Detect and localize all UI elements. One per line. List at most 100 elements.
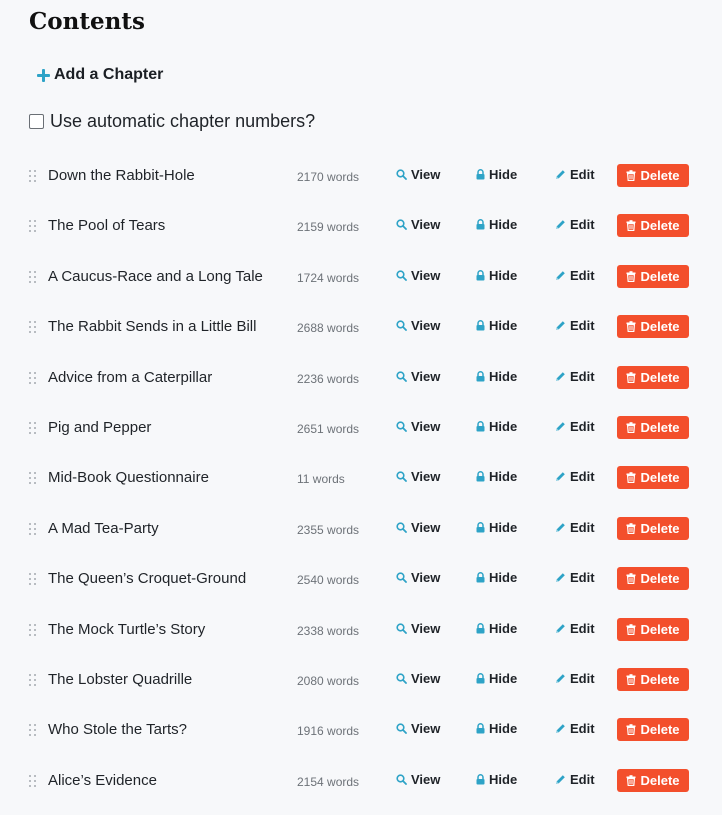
pencil-icon bbox=[555, 270, 570, 281]
view-button[interactable]: View bbox=[396, 217, 440, 232]
search-icon bbox=[396, 622, 411, 634]
edit-button[interactable]: Edit bbox=[555, 621, 595, 636]
view-label: View bbox=[411, 217, 441, 233]
drag-handle-icon[interactable] bbox=[29, 623, 37, 636]
hide-label: Hide bbox=[489, 620, 518, 636]
delete-button[interactable]: Delete bbox=[617, 768, 689, 792]
edit-button[interactable]: Edit bbox=[555, 419, 595, 434]
view-label: View bbox=[411, 620, 441, 636]
edit-label: Edit bbox=[570, 418, 595, 434]
pencil-icon bbox=[555, 421, 570, 432]
hide-button[interactable]: Hide bbox=[476, 520, 517, 535]
hide-button[interactable]: Hide bbox=[476, 419, 517, 434]
word-count: 11 words bbox=[297, 472, 345, 487]
view-button[interactable]: View bbox=[396, 721, 440, 736]
add-chapter-button[interactable]: Add a Chapter bbox=[37, 63, 163, 87]
lock-icon bbox=[476, 370, 489, 382]
edit-button[interactable]: Edit bbox=[555, 318, 595, 333]
delete-button[interactable]: Delete bbox=[617, 365, 689, 389]
view-button[interactable]: View bbox=[396, 369, 440, 384]
delete-button[interactable]: Delete bbox=[617, 164, 689, 187]
chapter-title: The Lobster Quadrille bbox=[48, 670, 193, 688]
edit-button[interactable]: Edit bbox=[555, 520, 595, 535]
hide-button[interactable]: Hide bbox=[476, 772, 517, 787]
hide-button[interactable]: Hide bbox=[476, 721, 517, 736]
pencil-icon bbox=[555, 723, 570, 734]
chapter-row: The Lobster Quadrille 2080 words View Hide E… bbox=[0, 655, 722, 705]
edit-button[interactable]: Edit bbox=[555, 469, 595, 484]
view-button[interactable]: View bbox=[396, 772, 440, 787]
hide-button[interactable]: Hide bbox=[476, 621, 517, 636]
view-label: View bbox=[411, 368, 441, 384]
view-button[interactable]: View bbox=[396, 167, 440, 182]
hide-button[interactable]: Hide bbox=[476, 318, 517, 333]
search-icon bbox=[396, 572, 411, 584]
hide-button[interactable]: Hide bbox=[476, 217, 517, 232]
view-label: View bbox=[411, 670, 441, 686]
delete-button[interactable]: Delete bbox=[617, 415, 689, 439]
delete-button[interactable]: Delete bbox=[617, 718, 689, 742]
view-button[interactable]: View bbox=[396, 469, 440, 484]
delete-label: Delete bbox=[640, 520, 680, 536]
view-button[interactable]: View bbox=[396, 621, 440, 636]
edit-label: Edit bbox=[570, 771, 595, 787]
delete-button[interactable]: Delete bbox=[617, 315, 689, 339]
chapter-row: Mid-Book Questionnaire 11 words View Hide Ed… bbox=[0, 453, 722, 503]
drag-handle-icon[interactable] bbox=[29, 522, 37, 535]
delete-button[interactable]: Delete bbox=[617, 667, 689, 691]
view-label: View bbox=[411, 570, 441, 586]
drag-handle-icon[interactable] bbox=[29, 673, 37, 686]
pencil-icon bbox=[555, 673, 570, 684]
edit-button[interactable]: Edit bbox=[555, 217, 595, 232]
view-button[interactable]: View bbox=[396, 570, 440, 585]
delete-button[interactable]: Delete bbox=[617, 466, 689, 490]
delete-button[interactable]: Delete bbox=[617, 214, 689, 238]
drag-handle-icon[interactable] bbox=[29, 724, 37, 737]
word-count: 2651 words bbox=[297, 421, 360, 436]
search-icon bbox=[396, 370, 411, 382]
hide-button[interactable]: Hide bbox=[476, 570, 517, 585]
word-count: 2540 words bbox=[297, 573, 360, 588]
hide-button[interactable]: Hide bbox=[476, 469, 517, 484]
hide-label: Hide bbox=[489, 267, 518, 283]
delete-button[interactable]: Delete bbox=[617, 567, 689, 591]
chapter-row: The Pool of Tears 2159 words View Hide Edit D… bbox=[0, 201, 722, 251]
drag-handle-icon[interactable] bbox=[29, 421, 37, 434]
view-button[interactable]: View bbox=[396, 419, 440, 434]
edit-button[interactable]: Edit bbox=[555, 772, 595, 787]
lock-icon bbox=[476, 269, 489, 281]
view-button[interactable]: View bbox=[396, 318, 440, 333]
delete-button[interactable]: Delete bbox=[617, 264, 689, 288]
chapter-row: Down the Rabbit-Hole 2170 words View Hide Ed… bbox=[0, 151, 722, 201]
hide-label: Hide bbox=[489, 721, 518, 737]
auto-numbers-option[interactable]: Use automatic chapter numbers? bbox=[29, 111, 315, 132]
drag-handle-icon[interactable] bbox=[29, 472, 37, 485]
edit-button[interactable]: Edit bbox=[555, 570, 595, 585]
edit-button[interactable]: Edit bbox=[555, 369, 595, 384]
drag-handle-icon[interactable] bbox=[29, 573, 37, 586]
view-button[interactable]: View bbox=[396, 268, 440, 283]
chapter-row: Advice from a Caterpillar 2236 words View H… bbox=[0, 353, 722, 403]
edit-button[interactable]: Edit bbox=[555, 268, 595, 283]
hide-button[interactable]: Hide bbox=[476, 369, 517, 384]
hide-button[interactable]: Hide bbox=[476, 167, 517, 182]
delete-label: Delete bbox=[640, 470, 680, 486]
auto-numbers-checkbox[interactable] bbox=[29, 114, 44, 129]
drag-handle-icon[interactable] bbox=[29, 371, 37, 384]
hide-button[interactable]: Hide bbox=[476, 671, 517, 686]
view-label: View bbox=[411, 519, 441, 535]
edit-button[interactable]: Edit bbox=[555, 721, 595, 736]
drag-handle-icon[interactable] bbox=[29, 170, 37, 182]
view-button[interactable]: View bbox=[396, 671, 440, 686]
edit-button[interactable]: Edit bbox=[555, 671, 595, 686]
drag-handle-icon[interactable] bbox=[29, 321, 37, 334]
edit-button[interactable]: Edit bbox=[555, 167, 595, 182]
delete-button[interactable]: Delete bbox=[617, 617, 689, 641]
edit-label: Edit bbox=[570, 519, 595, 535]
delete-button[interactable]: Delete bbox=[617, 516, 689, 540]
drag-handle-icon[interactable] bbox=[29, 774, 37, 787]
drag-handle-icon[interactable] bbox=[29, 220, 37, 233]
hide-button[interactable]: Hide bbox=[476, 268, 517, 283]
drag-handle-icon[interactable] bbox=[29, 270, 37, 283]
view-button[interactable]: View bbox=[396, 520, 440, 535]
